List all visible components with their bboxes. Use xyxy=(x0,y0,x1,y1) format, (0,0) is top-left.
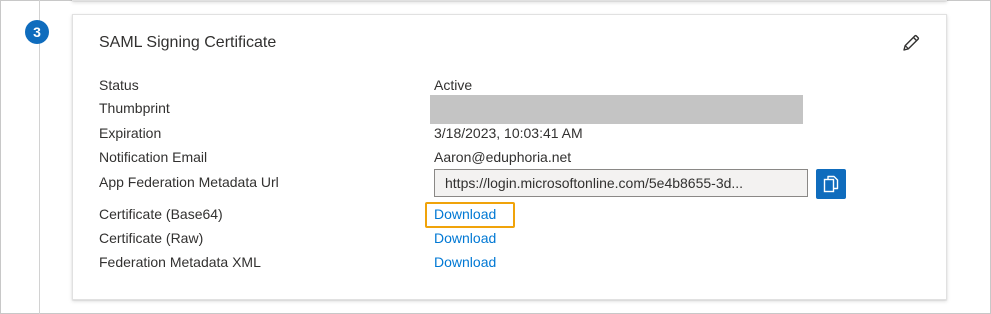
status-label: Status xyxy=(99,77,139,93)
certificate-base64-download-link[interactable]: Download xyxy=(434,206,496,222)
card-title: SAML Signing Certificate xyxy=(99,34,277,51)
copy-to-clipboard-button[interactable] xyxy=(816,169,846,199)
expiration-value: 3/18/2023, 10:03:41 AM xyxy=(434,125,583,141)
thumbprint-redacted-value xyxy=(430,95,803,124)
step-timeline-line xyxy=(39,0,40,314)
previous-section-card xyxy=(72,0,947,1)
notification-email-value: Aaron@eduphoria.net xyxy=(434,149,572,165)
certificate-raw-download-link[interactable]: Download xyxy=(434,230,496,246)
federation-metadata-xml-label: Federation Metadata XML xyxy=(99,254,261,270)
step-number-badge: 3 xyxy=(25,20,49,44)
certificate-base64-label: Certificate (Base64) xyxy=(99,206,223,222)
pencil-icon xyxy=(903,34,920,51)
expiration-label: Expiration xyxy=(99,125,162,141)
status-value: Active xyxy=(434,77,473,93)
copy-icon xyxy=(823,175,839,193)
notification-email-label: Notification Email xyxy=(99,149,208,165)
edit-button[interactable] xyxy=(900,32,922,54)
thumbprint-label: Thumbprint xyxy=(99,100,170,116)
saml-signing-certificate-card: SAML Signing Certificate Status Active T… xyxy=(72,14,947,300)
metadata-url-field[interactable]: https://login.microsoftonline.com/5e4b86… xyxy=(434,169,808,197)
certificate-raw-label: Certificate (Raw) xyxy=(99,230,204,246)
federation-metadata-xml-download-link[interactable]: Download xyxy=(434,254,496,270)
metadata-url-label: App Federation Metadata Url xyxy=(99,174,279,190)
